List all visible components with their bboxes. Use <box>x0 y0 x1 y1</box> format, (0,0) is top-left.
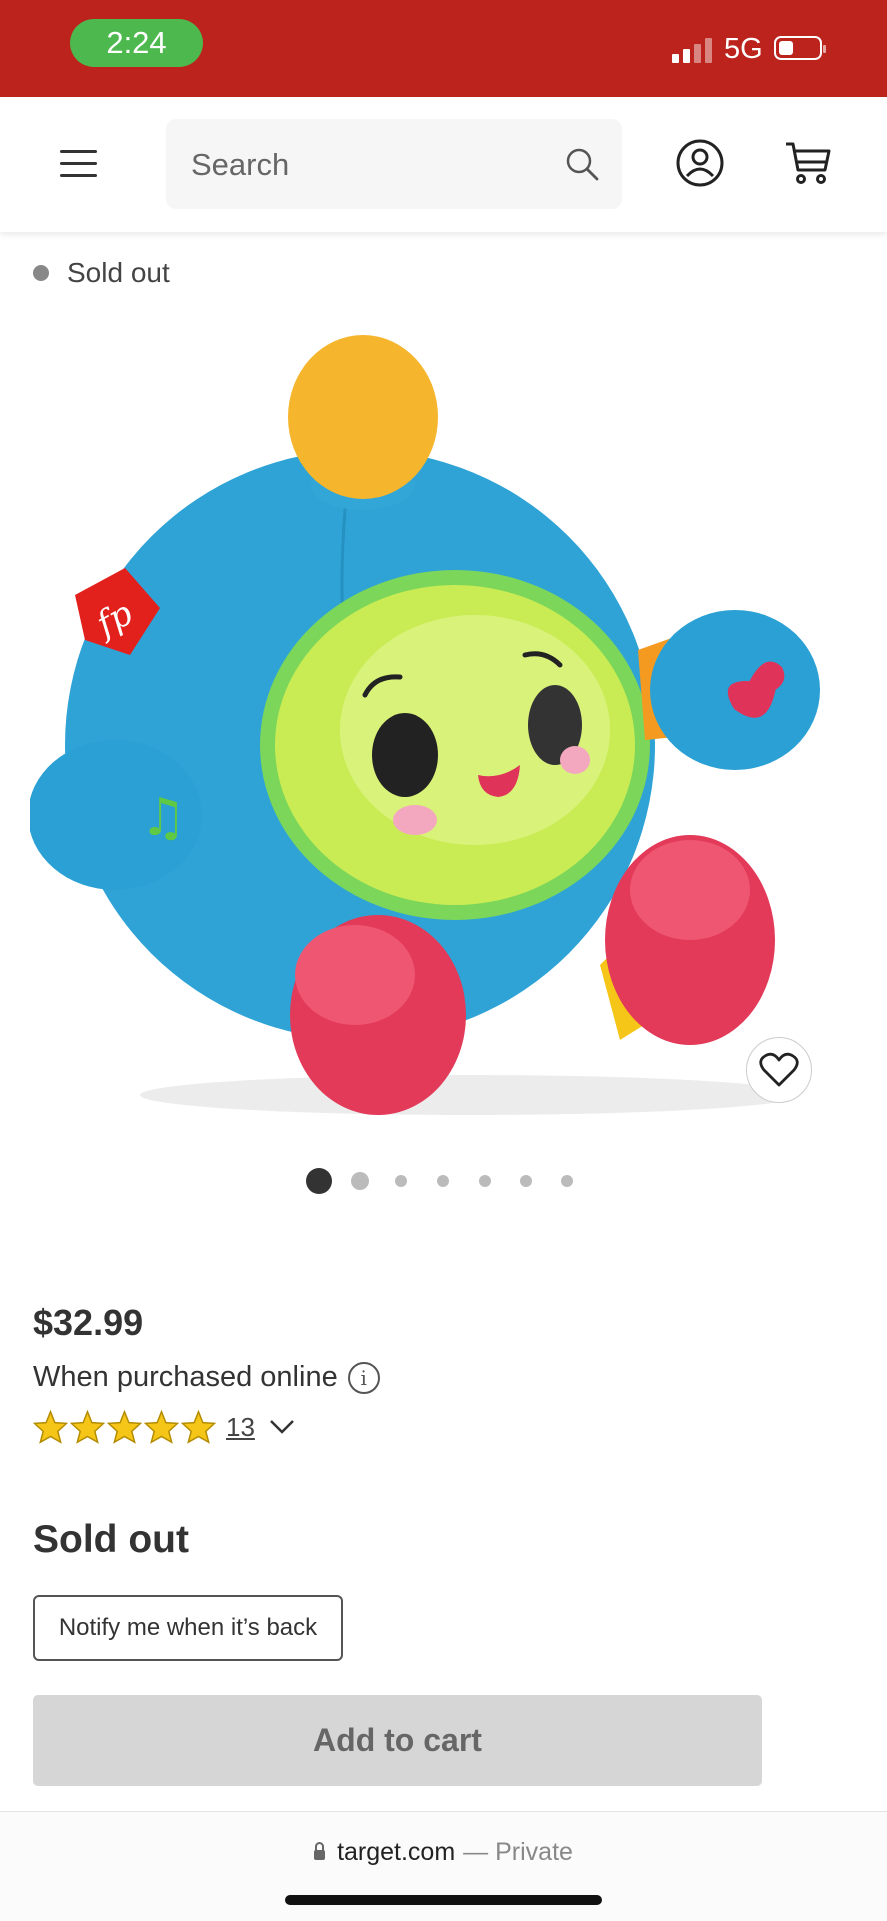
carousel-dot-6[interactable] <box>520 1175 532 1187</box>
stock-status-label: Sold out <box>67 257 170 288</box>
status-time: 2:24 <box>70 19 203 67</box>
search-placeholder: Search <box>191 147 290 182</box>
signal-icon <box>672 37 712 63</box>
availability-heading: Sold out <box>33 1518 189 1561</box>
star-icon <box>70 1410 105 1444</box>
carousel-dot-2[interactable] <box>351 1172 369 1190</box>
menu-icon[interactable] <box>60 150 97 178</box>
lock-icon <box>314 1841 326 1860</box>
rating-row[interactable]: 13 <box>33 1410 295 1444</box>
private-label: — Private <box>463 1838 573 1866</box>
carousel-dot-1[interactable] <box>306 1168 332 1194</box>
add-to-cart-button[interactable]: Add to cart <box>33 1695 762 1786</box>
search-icon[interactable] <box>564 146 600 182</box>
cart-icon[interactable] <box>783 138 833 188</box>
notify-me-button[interactable]: Notify me when it’s back <box>33 1595 343 1661</box>
info-icon[interactable]: i <box>347 1361 380 1394</box>
favorite-button[interactable] <box>746 1037 812 1103</box>
product-price: $32.99 <box>33 1302 144 1343</box>
product-image[interactable]: fp ♫ <box>30 325 860 1125</box>
heart-icon <box>759 1052 799 1087</box>
review-count-link[interactable]: 13 <box>226 1412 255 1443</box>
battery-icon <box>774 36 826 60</box>
home-indicator[interactable] <box>285 1895 602 1905</box>
carousel-dot-5[interactable] <box>479 1175 491 1187</box>
status-dot-icon <box>33 265 49 281</box>
svg-text:♫: ♫ <box>140 788 187 848</box>
url-domain: target.com <box>337 1838 456 1866</box>
star-icon <box>144 1410 179 1444</box>
rating-stars <box>33 1410 216 1444</box>
star-icon <box>107 1410 142 1444</box>
account-icon[interactable] <box>675 138 725 188</box>
price-note: When purchased online <box>33 1361 338 1393</box>
price-note-row: When purchased online i <box>33 1361 380 1394</box>
site-header: Search <box>0 97 887 232</box>
chevron-down-icon[interactable] <box>269 1419 295 1435</box>
star-icon <box>181 1410 216 1444</box>
network-label: 5G <box>724 33 763 65</box>
carousel-dot-7[interactable] <box>561 1175 573 1187</box>
status-bar: 2:24 5G <box>0 0 887 97</box>
carousel-dot-3[interactable] <box>395 1175 407 1187</box>
stock-status: Sold out <box>33 257 170 289</box>
star-icon <box>33 1410 68 1444</box>
carousel-dot-4[interactable] <box>437 1175 449 1187</box>
search-input[interactable]: Search <box>166 119 622 209</box>
